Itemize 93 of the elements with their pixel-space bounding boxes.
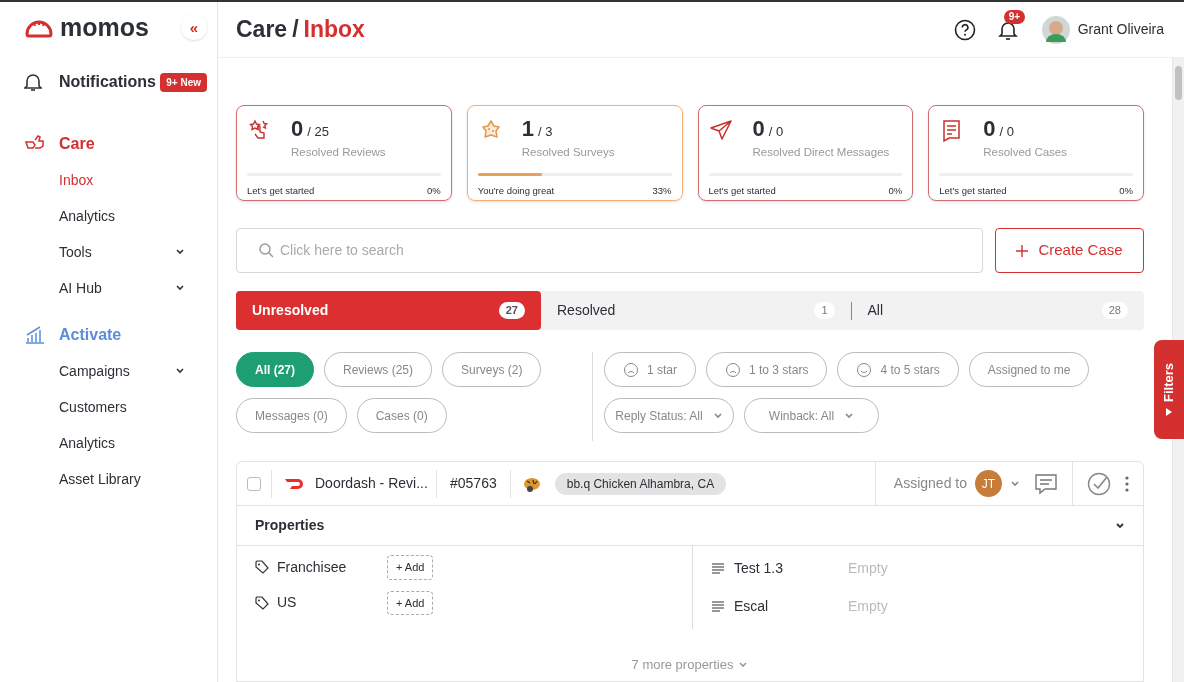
nav-item[interactable]: AI Hub: [59, 277, 175, 299]
nav-item[interactable]: Inbox: [59, 169, 185, 191]
comment-icon[interactable]: [1034, 472, 1058, 495]
nav-item[interactable]: Notifications: [59, 70, 161, 94]
search-field[interactable]: Click here to search: [280, 240, 960, 261]
nav-item[interactable]: Customers: [59, 396, 185, 418]
property-label: Test 1.3: [734, 559, 785, 578]
property-label: Franchisee: [277, 557, 348, 577]
stat-total: / 25: [307, 125, 329, 138]
breadcrumb-item[interactable]: Care: [236, 12, 288, 47]
search-box[interactable]: Click here to search: [236, 228, 983, 273]
check-circle-icon[interactable]: [1087, 471, 1111, 496]
checkbox[interactable]: [247, 476, 261, 491]
chevron-icon: [738, 660, 749, 669]
stat-label: Resolved Cases: [983, 145, 1067, 160]
stat-label: Resolved Direct Messages: [752, 145, 890, 160]
create-case-button[interactable]: Create Case: [995, 228, 1144, 273]
stat-total: / 0: [999, 125, 1014, 138]
stat-value: 0: [983, 118, 996, 140]
stat-percent: 33%: [652, 184, 672, 199]
property-label: US: [277, 593, 298, 613]
nav-item[interactable]: Asset Library: [59, 468, 185, 490]
stat-percent: 0%: [1119, 184, 1133, 199]
user-name[interactable]: Grant Oliveira: [1077, 19, 1164, 40]
search-icon: [259, 243, 274, 258]
assigned-label: Assigned to: [893, 474, 967, 493]
add-button[interactable]: + Add: [387, 590, 434, 615]
stat-value: 1: [521, 118, 534, 140]
add-button[interactable]: + Add: [387, 555, 434, 580]
property-value: Empty: [848, 559, 888, 578]
nav-item[interactable]: Analytics: [59, 205, 185, 227]
happy-face-icon: [856, 361, 873, 378]
more-icon[interactable]: [1125, 475, 1129, 492]
assignee-avatar[interactable]: JT: [975, 470, 1002, 497]
nav-section[interactable]: Activate: [59, 323, 122, 347]
source-name: Doordash - Revi...: [315, 474, 428, 493]
count-badge: 27: [498, 302, 525, 319]
status-tab[interactable]: Unresolved 27: [236, 291, 541, 330]
stat-total: / 0: [768, 125, 784, 138]
breadcrumb-item: Inbox: [303, 15, 365, 45]
more-properties-button[interactable]: 7 more properties: [631, 655, 749, 675]
doordash-icon: [285, 477, 305, 490]
scrollbar-thumb[interactable]: [1175, 66, 1182, 100]
nav-item[interactable]: Analytics: [59, 432, 185, 454]
stat-caption: Let's get started: [247, 184, 315, 199]
stat-label: Resolved Reviews: [291, 145, 386, 160]
stat-percent: 0%: [427, 184, 441, 199]
sad-face-icon: [725, 361, 741, 378]
nav-item[interactable]: Campaigns: [59, 360, 175, 382]
property-value: Empty: [848, 597, 888, 616]
status-tab[interactable]: Resolved 1: [541, 291, 851, 330]
chevron-icon: [175, 367, 185, 375]
plus-icon: [1016, 244, 1029, 257]
collapse-button[interactable]: «: [181, 14, 207, 40]
text-lines-icon: [711, 600, 725, 613]
text-lines-icon: [711, 562, 725, 575]
stat-label: Resolved Surveys: [521, 145, 615, 160]
stat-value: 0: [752, 118, 765, 140]
bar-chart-icon: [24, 325, 46, 345]
tag-icon: [255, 595, 269, 610]
chevron-icon: [712, 411, 723, 420]
new-badge: 9+ New: [160, 72, 207, 92]
filter-chip[interactable]: All (27): [236, 352, 314, 387]
help-icon[interactable]: [953, 18, 976, 41]
avatar[interactable]: [1041, 15, 1070, 44]
bell-icon: [24, 72, 42, 92]
chevron-icon[interactable]: [1115, 521, 1125, 530]
count-badge: 1: [814, 302, 835, 319]
nav-item[interactable]: Tools: [59, 241, 175, 263]
logo-text: momos: [60, 14, 149, 40]
status-tab[interactable]: All 28: [850, 291, 1144, 330]
stat-caption: Let's get started: [708, 184, 776, 199]
stat-total: / 3: [538, 125, 553, 138]
play-icon: [1165, 408, 1173, 416]
ticket-id: #05763: [449, 474, 498, 493]
count-badge: 28: [1101, 302, 1128, 319]
stat-caption: Let's get started: [939, 184, 1007, 199]
chevron-icon: [844, 411, 855, 420]
tag-icon: [255, 560, 269, 575]
stat-caption: You're doing great: [477, 184, 555, 199]
sad-face-icon: [623, 361, 639, 378]
notification-badge: 9+: [1003, 9, 1026, 24]
stat-value: 0: [291, 118, 304, 140]
nav-section[interactable]: Care: [59, 132, 95, 156]
breadcrumb-separator: /: [292, 15, 299, 45]
chevron-icon: [1010, 479, 1020, 488]
section-title: Properties: [255, 516, 325, 535]
location-tag: bb.q Chicken Alhambra, CA: [554, 472, 727, 495]
chevron-icon: [175, 248, 185, 256]
property-label: Escal: [734, 597, 770, 616]
filters-tab[interactable]: Filters: [1154, 340, 1184, 439]
stat-percent: 0%: [888, 184, 903, 199]
chevron-icon: [175, 284, 185, 292]
